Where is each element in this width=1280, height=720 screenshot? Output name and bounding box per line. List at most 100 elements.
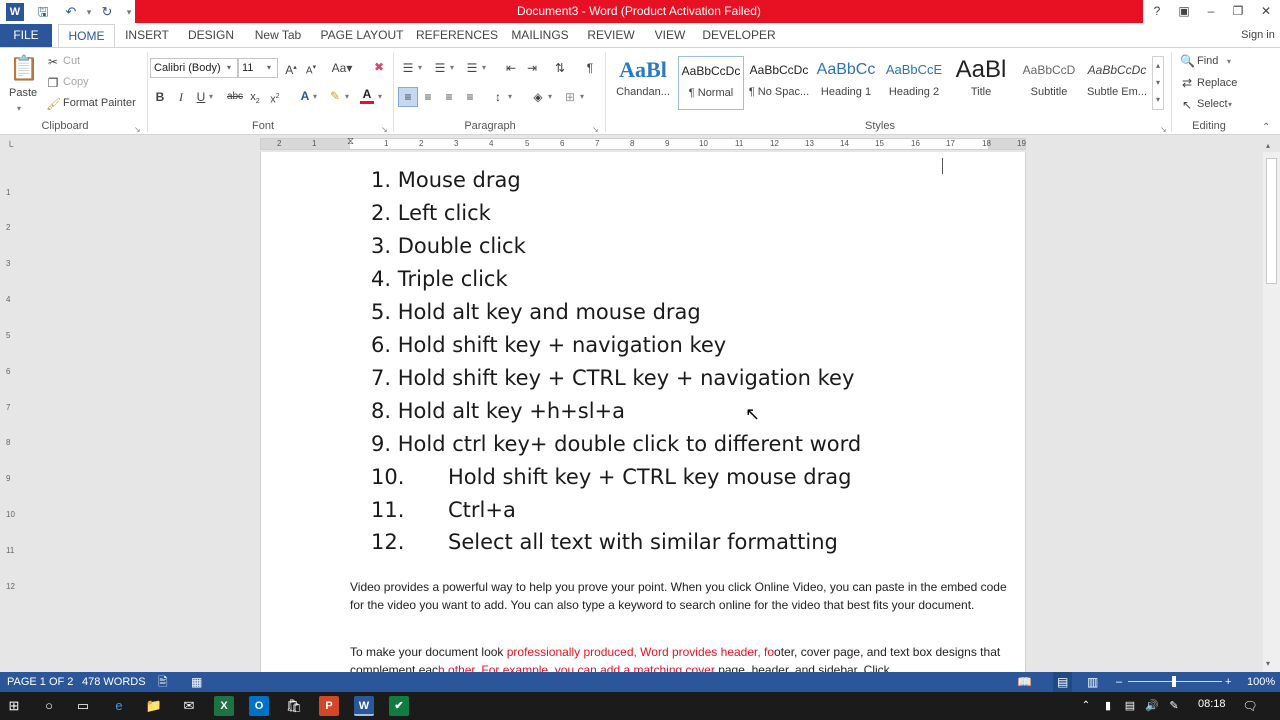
- replace-button[interactable]: Replace: [1197, 77, 1237, 89]
- borders-dropdown-icon[interactable]: ▾: [580, 89, 584, 105]
- decrease-indent-icon[interactable]: ⇤: [503, 60, 519, 76]
- copy-button[interactable]: Copy: [63, 76, 89, 88]
- grow-font-icon[interactable]: A▴: [284, 60, 298, 78]
- task-view-icon[interactable]: ▭: [73, 696, 93, 716]
- scroll-up-icon[interactable]: ▴: [1266, 138, 1270, 154]
- show-formatting-marks-icon[interactable]: ¶: [582, 60, 598, 76]
- style-normal[interactable]: AaBbCcDc ¶ Normal: [678, 56, 744, 110]
- pen-icon[interactable]: ✎: [1164, 696, 1184, 716]
- numbering-icon[interactable]: ☰: [432, 60, 448, 76]
- italic-icon[interactable]: I: [175, 89, 187, 105]
- tab-review[interactable]: REVIEW: [584, 24, 638, 48]
- cut-button[interactable]: Cut: [63, 55, 80, 67]
- word-count[interactable]: 478 WORDS: [82, 672, 146, 692]
- zoom-slider-thumb[interactable]: [1172, 676, 1176, 687]
- excel-icon[interactable]: X: [214, 696, 234, 716]
- style-no-spacing[interactable]: AaBbCcDc ¶ No Spac...: [746, 56, 812, 110]
- windows-start-icon[interactable]: ⊞: [4, 696, 24, 716]
- bold-icon[interactable]: B: [154, 89, 166, 105]
- text-effects-icon[interactable]: A: [298, 88, 312, 104]
- horizontal-ruler[interactable]: 2 1 ⧖ 1 2 3 4 5 6 7 8 9 10 11 12 13 14 1…: [260, 136, 1026, 150]
- macro-icon[interactable]: ▦: [191, 672, 202, 692]
- vertical-ruler[interactable]: 1 2 3 4 5 6 7 8 9 10 11 12: [0, 152, 18, 672]
- body-paragraph[interactable]: To make your document look professionall…: [350, 643, 1010, 672]
- list-item[interactable]: 10. Hold shift key + CTRL key mouse drag: [371, 465, 851, 489]
- multilevel-list-dropdown-icon[interactable]: ▾: [482, 60, 486, 76]
- undo-icon[interactable]: ↶: [62, 3, 80, 21]
- show-hidden-icons-icon[interactable]: ⌃: [1076, 696, 1096, 716]
- text-effects-dropdown-icon[interactable]: ▾: [313, 89, 317, 105]
- undo-dropdown-icon[interactable]: ▾: [80, 3, 98, 21]
- word-logo-icon[interactable]: W: [6, 3, 24, 21]
- shrink-font-icon[interactable]: A▾: [304, 60, 318, 79]
- page-count[interactable]: PAGE 1 OF 2: [7, 672, 73, 692]
- zoom-level[interactable]: 100%: [1247, 672, 1275, 692]
- print-layout-icon[interactable]: ▤: [1053, 672, 1073, 692]
- line-spacing-icon[interactable]: ↕: [490, 89, 506, 105]
- powerpoint-icon[interactable]: P: [319, 696, 339, 716]
- list-item[interactable]: 7. Hold shift key + CTRL key + navigatio…: [371, 366, 854, 390]
- network-icon[interactable]: ▤: [1120, 696, 1140, 716]
- scroll-down-icon[interactable]: ▾: [1266, 656, 1270, 672]
- restore-button[interactable]: ❐: [1224, 0, 1252, 23]
- shading-dropdown-icon[interactable]: ▾: [548, 89, 552, 105]
- list-item[interactable]: 12. Select all text with similar formatti…: [371, 530, 838, 554]
- tab-developer[interactable]: DEVELOPER: [702, 24, 776, 48]
- justify-icon[interactable]: ≡: [462, 89, 478, 105]
- redo-icon[interactable]: ↻: [98, 3, 116, 21]
- list-item[interactable]: 3. Double click: [371, 234, 526, 258]
- style-heading-1[interactable]: AaBbCc Heading 1: [813, 56, 879, 110]
- multilevel-list-icon[interactable]: ☰: [464, 60, 480, 76]
- bullets-dropdown-icon[interactable]: ▾: [418, 60, 422, 76]
- document-page[interactable]: 1. Mouse drag 2. Left click 3. Double cl…: [260, 152, 1026, 672]
- paste-dropdown-icon[interactable]: ▾: [17, 101, 21, 117]
- file-explorer-icon[interactable]: 📁: [144, 696, 164, 716]
- styles-scroll-icon[interactable]: ▴ ▾ ▾: [1152, 56, 1164, 110]
- paste-button[interactable]: Paste: [9, 87, 37, 99]
- body-paragraph[interactable]: Video provides a powerful way to help yo…: [350, 578, 1010, 614]
- find-button[interactable]: Find: [1197, 55, 1218, 67]
- vertical-scrollbar[interactable]: ▴ ▾: [1263, 141, 1280, 672]
- proofing-icon[interactable]: 🖹: [158, 672, 168, 692]
- zoom-in-icon[interactable]: +: [1225, 672, 1231, 692]
- minimize-button[interactable]: –: [1197, 0, 1225, 23]
- align-left-icon[interactable]: ≡: [398, 87, 418, 107]
- style-title[interactable]: AaBl Title: [948, 56, 1014, 110]
- shading-icon[interactable]: ◈: [530, 89, 546, 105]
- tab-page-layout[interactable]: PAGE LAYOUT: [318, 24, 406, 48]
- font-family-dropdown-icon[interactable]: ▾: [227, 60, 231, 76]
- battery-icon[interactable]: ▮: [1098, 696, 1118, 716]
- notifications-icon[interactable]: 🗨: [1240, 696, 1260, 716]
- edge-icon[interactable]: e: [109, 696, 129, 716]
- tab-view[interactable]: VIEW: [648, 24, 692, 48]
- sort-icon[interactable]: ⇅: [552, 60, 568, 76]
- find-dropdown-icon[interactable]: ▾: [1227, 54, 1231, 70]
- highlight-icon[interactable]: ✎: [328, 88, 342, 104]
- bullets-icon[interactable]: ☰: [400, 60, 416, 76]
- style-heading-2[interactable]: AaBbCcE Heading 2: [881, 56, 947, 110]
- select-dropdown-icon[interactable]: ▾: [1228, 97, 1232, 113]
- tab-insert[interactable]: INSERT: [122, 24, 172, 48]
- font-family-select[interactable]: Calibri (Body): [150, 58, 238, 78]
- font-size-dropdown-icon[interactable]: ▾: [267, 60, 271, 76]
- style-subtitle[interactable]: AaBbCcD Subtitle: [1016, 56, 1082, 110]
- search-icon[interactable]: ○: [39, 696, 59, 716]
- strikethrough-icon[interactable]: abc: [226, 89, 244, 105]
- zoom-out-icon[interactable]: –: [1116, 672, 1122, 692]
- increase-indent-icon[interactable]: ⇥: [524, 60, 540, 76]
- sign-in-link[interactable]: Sign in: [1236, 24, 1280, 48]
- tab-references[interactable]: REFERENCES: [416, 24, 498, 48]
- font-color-icon[interactable]: A: [360, 88, 374, 104]
- list-item[interactable]: 11. Ctrl+a: [371, 498, 516, 522]
- outlook-icon[interactable]: O: [249, 696, 269, 716]
- word-taskbar-icon[interactable]: W: [354, 696, 374, 716]
- volume-icon[interactable]: 🔊: [1142, 696, 1162, 716]
- save-icon[interactable]: 🖫: [34, 3, 52, 21]
- tab-mailings[interactable]: MAILINGS: [506, 24, 574, 48]
- list-item[interactable]: 2. Left click: [371, 201, 491, 225]
- line-spacing-dropdown-icon[interactable]: ▾: [508, 89, 512, 105]
- tab-file[interactable]: FILE: [0, 24, 52, 48]
- borders-icon[interactable]: ⊞: [562, 89, 578, 105]
- highlight-dropdown-icon[interactable]: ▾: [345, 89, 349, 105]
- list-item[interactable]: 5. Hold alt key and mouse drag: [371, 300, 701, 324]
